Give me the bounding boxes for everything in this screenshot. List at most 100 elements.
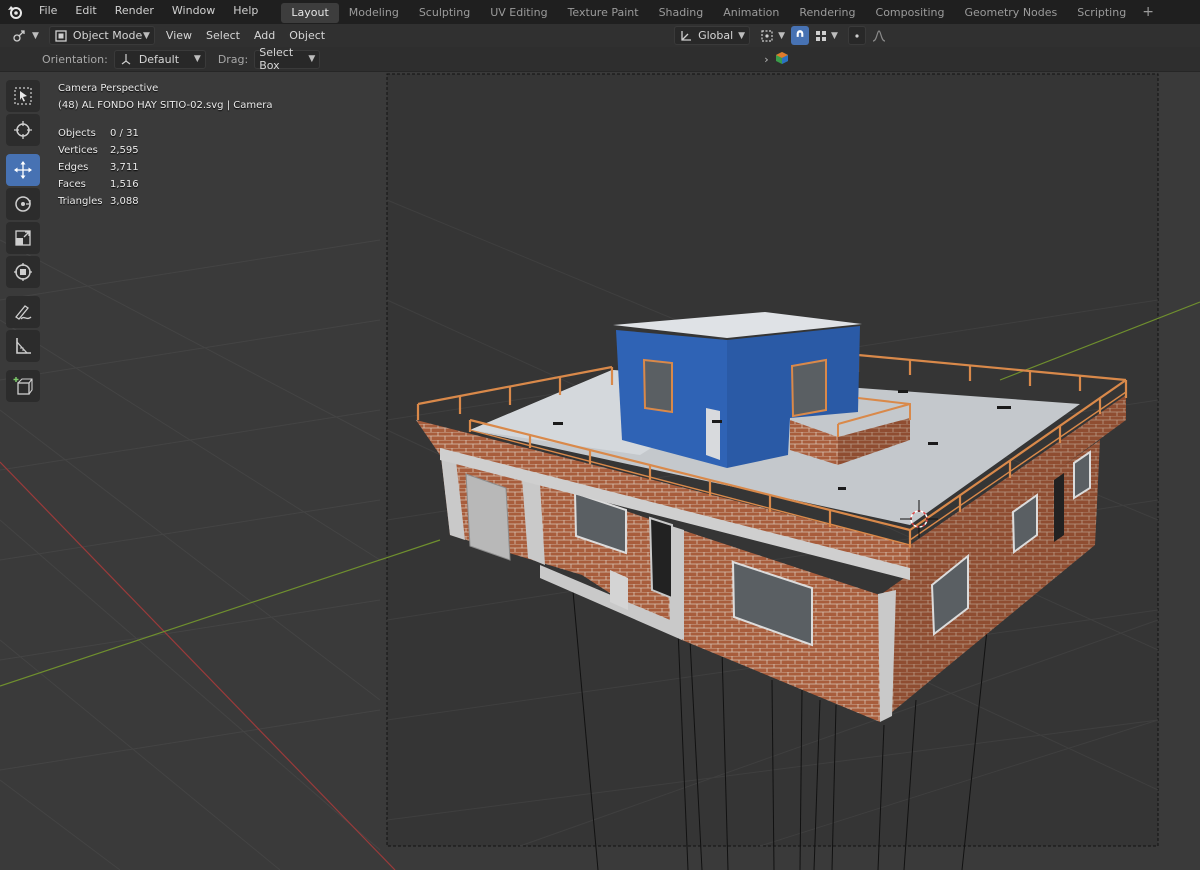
menu-edit[interactable]: Edit bbox=[66, 0, 105, 24]
measure-icon bbox=[16, 338, 31, 354]
orientation-label: Global bbox=[698, 29, 734, 42]
editor-type-dropdown[interactable]: ▼ bbox=[8, 26, 43, 45]
tab-sculpting[interactable]: Sculpting bbox=[409, 3, 480, 23]
chevron-down-icon: ▼ bbox=[778, 30, 786, 41]
3d-viewport[interactable]: Camera Perspective (48) AL FONDO HAY SIT… bbox=[0, 72, 1200, 870]
menu-object[interactable]: Object bbox=[282, 29, 332, 42]
tab-compositing[interactable]: Compositing bbox=[866, 3, 955, 23]
menu-help[interactable]: Help bbox=[224, 0, 267, 24]
snap-increment-icon bbox=[816, 30, 827, 41]
stat-value: 3,088 bbox=[110, 196, 139, 207]
chevron-down-icon: ▼ bbox=[738, 30, 746, 41]
tab-modeling[interactable]: Modeling bbox=[339, 3, 409, 23]
viewport-info-overlay: Camera Perspective (48) AL FONDO HAY SIT… bbox=[58, 80, 272, 210]
floor-grid bbox=[0, 239, 381, 870]
annotate-icon bbox=[15, 305, 32, 320]
top-bar: File Edit Render Window Help Layout Mode… bbox=[0, 0, 1200, 24]
doorway bbox=[648, 516, 673, 600]
stat-label: Vertices bbox=[58, 145, 98, 156]
tool-select-box[interactable] bbox=[6, 80, 40, 112]
tab-layout[interactable]: Layout bbox=[281, 3, 339, 23]
stat-value: 2,595 bbox=[110, 145, 139, 156]
add-workspace-button[interactable]: + bbox=[1136, 1, 1160, 23]
chevron-down-icon: ▼ bbox=[831, 30, 838, 41]
menu-file[interactable]: File bbox=[30, 0, 66, 24]
orientation-setting-value: Default bbox=[138, 52, 180, 66]
tool-settings-bar: Orientation: Default ▼ Drag: Select Box … bbox=[0, 46, 1200, 72]
snap-toggle[interactable] bbox=[791, 26, 810, 45]
chevron-right-icon[interactable]: › bbox=[764, 53, 768, 66]
stat-row: Vertices 2,595 bbox=[58, 142, 272, 159]
pivot-point-dropdown[interactable]: ▼ bbox=[756, 26, 789, 45]
stat-label: Faces bbox=[58, 179, 86, 190]
doorway bbox=[1054, 473, 1064, 542]
tool-cursor[interactable] bbox=[6, 114, 40, 146]
view-name: Camera Perspective bbox=[58, 83, 159, 94]
transform-icon bbox=[14, 263, 32, 281]
tool-add-cube[interactable] bbox=[6, 370, 40, 402]
add-cube-icon bbox=[13, 377, 33, 395]
tab-shading[interactable]: Shading bbox=[649, 3, 714, 23]
stat-label: Objects bbox=[58, 128, 96, 139]
drag-setting-value: Select Box bbox=[259, 46, 294, 72]
tab-animation[interactable]: Animation bbox=[713, 3, 789, 23]
stat-value: 3,711 bbox=[110, 162, 139, 173]
tool-move[interactable] bbox=[6, 154, 40, 186]
orientation-axes-icon bbox=[681, 30, 692, 41]
stat-label: Triangles bbox=[58, 196, 103, 207]
tab-rendering[interactable]: Rendering bbox=[789, 3, 865, 23]
cursor-icon bbox=[14, 121, 32, 139]
blender-logo-icon[interactable] bbox=[0, 0, 30, 24]
snap-target-dropdown[interactable]: ▼ bbox=[811, 26, 842, 45]
falloff-dropdown[interactable] bbox=[868, 26, 890, 45]
stat-row: Faces 1,516 bbox=[58, 176, 272, 193]
rotate-icon bbox=[15, 196, 31, 212]
proportional-edit-icon bbox=[855, 33, 859, 38]
tool-annotate[interactable] bbox=[6, 296, 40, 328]
upper-room-door bbox=[706, 408, 720, 460]
chevron-down-icon: ▼ bbox=[193, 54, 201, 64]
menu-render[interactable]: Render bbox=[106, 0, 163, 24]
tab-texture-paint[interactable]: Texture Paint bbox=[558, 3, 649, 23]
editor-type-icon bbox=[13, 29, 25, 42]
magnet-icon bbox=[796, 29, 804, 37]
mode-dropdown[interactable]: Object Mode ▼ bbox=[48, 26, 155, 45]
orientation-setting-dropdown[interactable]: Default ▼ bbox=[113, 49, 206, 69]
stat-value: 0 / 31 bbox=[110, 128, 139, 139]
scale-icon bbox=[15, 230, 31, 246]
select-box-icon bbox=[14, 87, 32, 105]
tool-shelf bbox=[6, 80, 42, 404]
transform-orientation-dropdown[interactable]: Global ▼ bbox=[674, 26, 751, 45]
tab-geometry-nodes[interactable]: Geometry Nodes bbox=[954, 3, 1067, 23]
active-tool-icon[interactable] bbox=[775, 51, 789, 68]
pivot-point-icon bbox=[761, 29, 773, 42]
chevron-down-icon: ▼ bbox=[308, 54, 316, 64]
tab-uv-editing[interactable]: UV Editing bbox=[480, 3, 557, 23]
stat-row: Objects 0 / 31 bbox=[58, 125, 272, 142]
proportional-edit-toggle[interactable] bbox=[847, 26, 866, 45]
tab-scripting[interactable]: Scripting bbox=[1067, 3, 1136, 23]
orientation-setting-label: Orientation: bbox=[42, 52, 108, 66]
menu-view[interactable]: View bbox=[159, 29, 199, 42]
menu-window[interactable]: Window bbox=[163, 0, 224, 24]
chevron-down-icon: ▼ bbox=[32, 30, 39, 41]
tool-measure[interactable] bbox=[6, 330, 40, 362]
upper-room-window bbox=[642, 358, 673, 414]
object-info: (48) AL FONDO HAY SITIO-02.svg | Camera bbox=[58, 100, 273, 111]
tool-transform[interactable] bbox=[6, 256, 40, 288]
upper-room-window bbox=[790, 358, 827, 418]
object-mode-icon bbox=[55, 29, 67, 42]
tool-scale[interactable] bbox=[6, 222, 40, 254]
chevron-down-icon: ▼ bbox=[143, 30, 150, 41]
garage-door bbox=[465, 473, 511, 561]
gizmo-orientation-icon bbox=[121, 54, 131, 65]
stat-row: Triangles 3,088 bbox=[58, 193, 272, 210]
tool-rotate[interactable] bbox=[6, 188, 40, 220]
stat-row: Edges 3,711 bbox=[58, 159, 272, 176]
drag-setting-label: Drag: bbox=[217, 52, 249, 66]
stat-value: 1,516 bbox=[110, 179, 139, 190]
menu-select[interactable]: Select bbox=[199, 29, 247, 42]
stat-label: Edges bbox=[58, 162, 89, 173]
menu-add[interactable]: Add bbox=[247, 29, 282, 42]
drag-setting-dropdown[interactable]: Select Box ▼ bbox=[254, 46, 321, 72]
